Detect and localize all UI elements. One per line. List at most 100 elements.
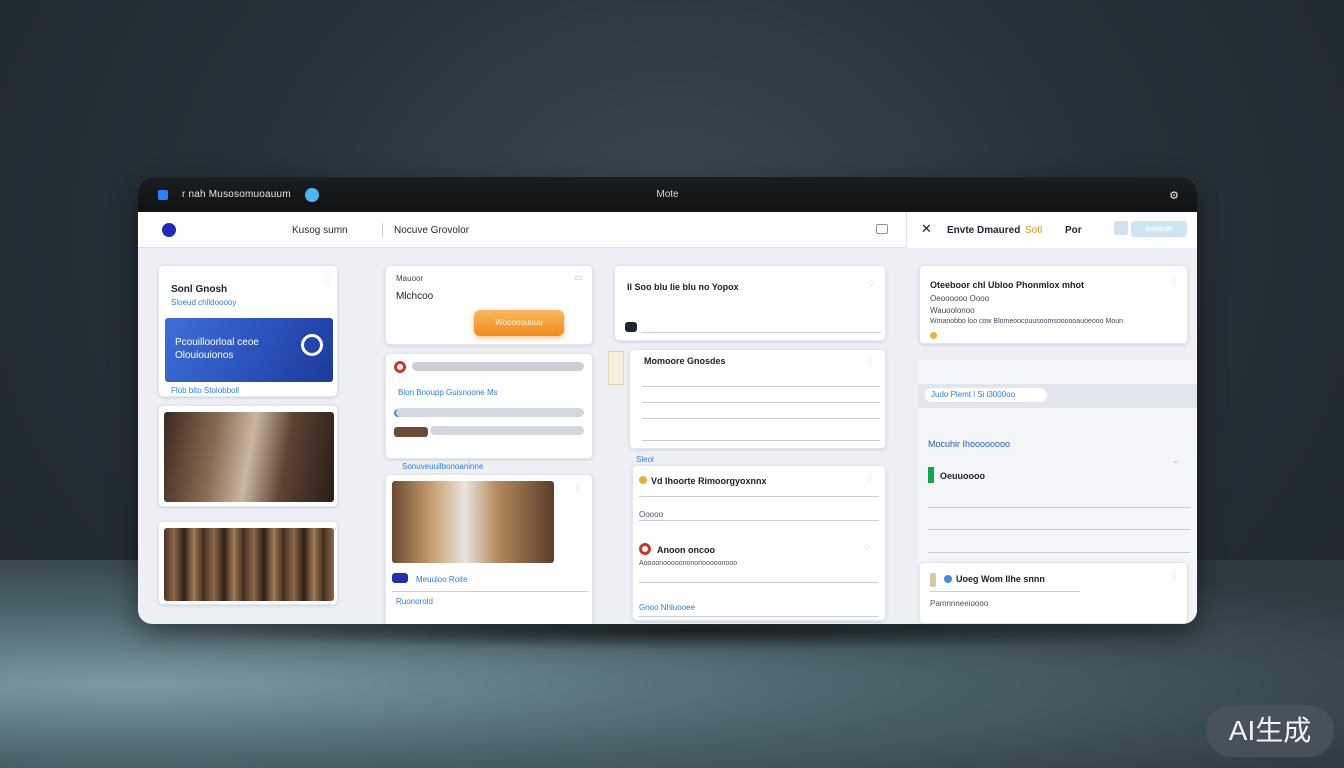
side-section-title: Mocuhir Ihoooooooo xyxy=(928,439,1011,449)
summary-line-3: Wmanobbo loo cow Blomeoocouusoomsoooooau… xyxy=(930,318,1124,325)
alert-icon xyxy=(639,543,651,555)
status-indicator xyxy=(928,467,934,483)
divider xyxy=(639,582,879,583)
search-input[interactable]: aaaaae xyxy=(1131,221,1187,237)
feed-card-4-row: Aoooonooooonononooooonooo xyxy=(639,560,738,567)
feed-card-1-title: Il Soo blu lie blu no Yopox xyxy=(627,282,739,292)
media-tag-icon xyxy=(392,573,408,583)
filter-icon[interactable] xyxy=(1114,221,1128,235)
promo-line-2: Olouiouionos xyxy=(175,350,234,361)
chat-icon[interactable]: ▭ xyxy=(574,272,583,283)
action-card[interactable]: Mauoor Mlchcoo ▭ Wooooouuuu xyxy=(385,265,593,345)
feed-card-3-row: Ooooo xyxy=(639,510,664,519)
media-card[interactable]: ♢ Meuuloo Roite Ruonorold xyxy=(385,474,593,624)
progress-bar-3 xyxy=(430,426,584,435)
feed-card-5-title: Gnoo Nhluooee xyxy=(639,603,696,612)
column2-caption: Sonuveuuilbonoaninne xyxy=(402,462,484,471)
app-window: r nah Musosomuoauum Mote ⚙ Kusog sumn No… xyxy=(138,177,1197,624)
primary-action-button[interactable]: Wooooouuuu xyxy=(474,310,564,336)
info-icon xyxy=(930,332,937,339)
bookmark-icon[interactable] xyxy=(625,322,637,332)
progress-bar-1 xyxy=(412,362,584,371)
pin-icon[interactable]: ♢ xyxy=(865,474,873,485)
profile-card-subtitle: Sloeud chlldooooy xyxy=(171,298,237,307)
divider xyxy=(639,616,879,617)
note-icon[interactable] xyxy=(608,351,624,385)
filter-chip[interactable]: Judo Plemt l Si l3000oo xyxy=(925,388,1047,402)
feed-card-2-title: Momoore Gnosdes xyxy=(644,356,726,366)
side-row-1: Oeuuoooo xyxy=(940,471,985,481)
bottle-icon xyxy=(930,573,936,587)
toolbar-tab-left[interactable]: Kusog sumn xyxy=(292,225,348,236)
user-avatar[interactable] xyxy=(162,223,176,237)
profile-card[interactable]: Sonl Gnosh Sloeud chlldooooy ♢ Pcouilloo… xyxy=(158,265,338,397)
media-card-footer: Ruonorold xyxy=(396,597,433,606)
toolbar-tab-mid[interactable]: Nocuve Grovolor xyxy=(394,225,469,236)
refresh-icon xyxy=(301,334,323,356)
summary-card-title: Oteeboor chl Ubloo Phonmlox mhot xyxy=(930,280,1084,290)
pin-icon[interactable]: ♢ xyxy=(867,278,875,289)
profile-card-caption: Flob blto Stolobboll xyxy=(171,386,240,395)
media-photo xyxy=(392,481,554,563)
list-card[interactable]: Blon Bnoupp Guisnoone Ms xyxy=(385,353,593,459)
toolbar-right-title: Envte Dmaured xyxy=(947,225,1021,236)
summary-card[interactable]: Oteeboor chl Ubloo Phonmlox mhot Oeooooo… xyxy=(919,265,1188,344)
action-card-title: Mauoor xyxy=(396,274,424,283)
pin-icon[interactable]: ♢ xyxy=(1170,276,1178,287)
chevron-down-icon[interactable]: ⌄ xyxy=(1172,455,1180,466)
divider xyxy=(642,402,880,403)
divider xyxy=(642,386,880,387)
divider xyxy=(641,332,881,333)
image-card-1[interactable] xyxy=(158,405,338,507)
divider xyxy=(392,591,588,592)
watermark-badge: AI生成 xyxy=(1206,705,1334,757)
divider xyxy=(928,529,1190,530)
side-card-2-row: Pamnnneeioooo xyxy=(930,599,989,608)
pin-icon[interactable]: ♢ xyxy=(574,483,582,494)
action-card-subtitle: Mlchcoo xyxy=(396,291,434,302)
pin-icon[interactable]: ♢ xyxy=(866,356,874,367)
title-bar: r nah Musosomuoauum Mote ⚙ xyxy=(138,177,1197,212)
window-title: r nah Musosomuoauum xyxy=(182,189,291,200)
feed-card-1[interactable]: Il Soo blu lie blu no Yopox ♢ xyxy=(614,265,886,341)
feed-card-4-title: Anoon oncoo xyxy=(657,545,715,555)
settings-icon[interactable]: ⚙ xyxy=(1169,189,1179,202)
food-photo xyxy=(164,528,334,601)
progress-bar-2 xyxy=(396,408,584,417)
info-dot-icon xyxy=(944,575,952,583)
media-card-row: Meuuloo Roite xyxy=(416,575,468,584)
divider xyxy=(928,552,1190,553)
window-center-title: Mote xyxy=(656,189,679,200)
divider xyxy=(642,418,880,419)
pin-icon[interactable]: ♢ xyxy=(863,542,871,553)
list-card-link[interactable]: Blon Bnoupp Guisnoone Ms xyxy=(398,388,498,397)
divider xyxy=(928,507,1190,508)
pin-icon[interactable]: ♢ xyxy=(324,274,332,285)
toolbar-right-pane: ✕ Envte Dmaured Sotl Por aaaaae xyxy=(906,212,1197,248)
profile-card-title: Sonl Gnosh xyxy=(171,284,228,295)
column3-group-label: Sleol xyxy=(636,455,654,464)
divider xyxy=(639,496,879,497)
divider xyxy=(930,591,1080,592)
pin-icon[interactable]: ♢ xyxy=(1170,571,1178,582)
toolbar-divider xyxy=(382,223,383,237)
toolbar-right-accent: Sotl xyxy=(1025,225,1043,236)
summary-line-1: Oeoooooo Oooo xyxy=(930,294,990,303)
summary-line-2: Wauoolonoo xyxy=(930,306,975,315)
feed-card-2[interactable]: Momoore Gnosdes ♢ xyxy=(629,349,886,449)
status-dot-icon[interactable] xyxy=(304,187,319,202)
promo-text: Pcouilloorloal ceoe Olouiouionos xyxy=(175,336,259,362)
interior-photo xyxy=(164,412,334,502)
window-toggle-icon[interactable] xyxy=(876,224,888,234)
side-card-2[interactable]: Uoeg Wom Ilhe snnn ♢ Pamnnneeioooo xyxy=(919,562,1188,624)
thumbnail-icon xyxy=(394,427,428,437)
record-icon xyxy=(394,361,406,373)
close-icon[interactable]: ✕ xyxy=(921,221,932,237)
image-card-2[interactable] xyxy=(158,521,338,605)
feed-card-3-title: Vd Ihoorte Rimoorgyoxnnx xyxy=(651,476,767,486)
promo-banner[interactable]: Pcouilloorloal ceoe Olouiouionos xyxy=(165,318,333,382)
app-logo-icon xyxy=(158,189,168,200)
toolbar-right-short[interactable]: Por xyxy=(1065,225,1082,236)
feed-card-3[interactable]: Vd Ihoorte Rimoorgyoxnnx ♢ Ooooo Anoon o… xyxy=(632,465,886,621)
toolbar: Kusog sumn Nocuve Grovolor ✕ Envte Dmaur… xyxy=(138,212,1197,248)
